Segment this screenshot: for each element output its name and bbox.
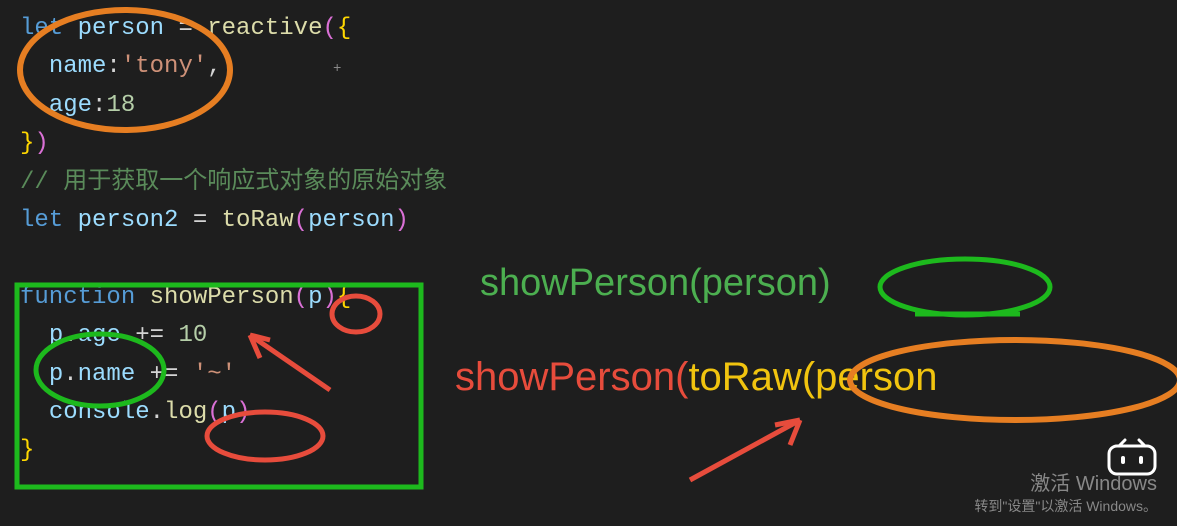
code-line: name:'tony', xyxy=(20,48,1157,86)
code-line: function showPerson(p){ xyxy=(20,279,1157,317)
watermark-title: 激活 Windows xyxy=(974,467,1157,496)
code-line: p.name += '~' xyxy=(20,356,1157,394)
windows-activation-watermark: 激活 Windows 转到"设置"以激活 Windows。 xyxy=(974,467,1157,516)
code-line xyxy=(20,240,1157,278)
code-line: }) xyxy=(20,125,1157,163)
code-line: let person = reactive({ xyxy=(20,10,1157,48)
code-editor[interactable]: let person = reactive({ name:'tony', age… xyxy=(0,0,1177,481)
code-line: // 用于获取一个响应式对象的原始对象 xyxy=(20,164,1157,202)
code-line: console.log(p) xyxy=(20,394,1157,432)
gutter-plus-icon: + xyxy=(333,58,341,80)
code-line: let person2 = toRaw(person) xyxy=(20,202,1157,240)
watermark-subtitle: 转到"设置"以激活 Windows。 xyxy=(974,496,1157,516)
code-line: p.age += 10 xyxy=(20,317,1157,355)
code-line: } xyxy=(20,432,1157,470)
code-line: age:18 xyxy=(20,87,1157,125)
